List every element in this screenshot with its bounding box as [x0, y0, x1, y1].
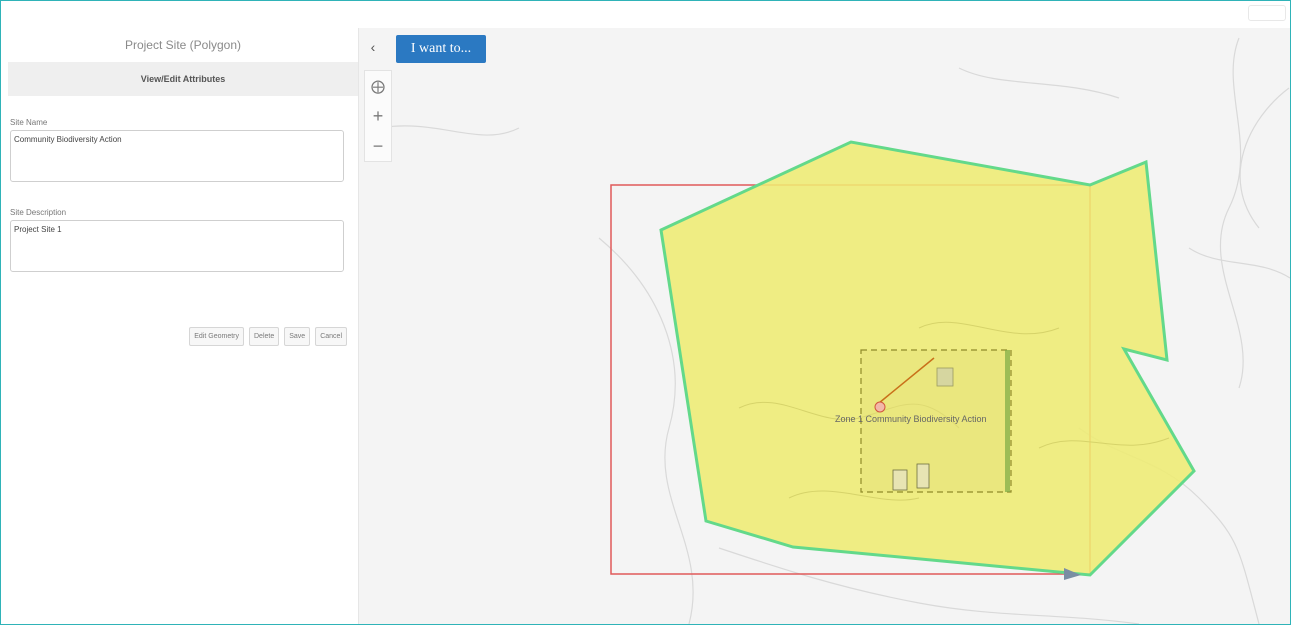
site-name-field[interactable]: Community Biodiversity Action: [10, 130, 344, 182]
site-description-field[interactable]: Project Site 1: [10, 220, 344, 272]
delete-button[interactable]: Delete: [249, 327, 280, 346]
panel-subheader: View/Edit Attributes: [8, 62, 358, 96]
chevron-left-icon[interactable]: ‹: [364, 38, 382, 56]
zone-marker-2: [916, 463, 930, 489]
panel-title: Project Site (Polygon): [124, 38, 242, 52]
attributes-panel: Project Site (Polygon) View/Edit Attribu…: [8, 28, 359, 624]
minus-icon[interactable]: −: [365, 131, 391, 161]
top-right-control[interactable]: [1248, 5, 1286, 21]
plus-icon[interactable]: +: [365, 101, 391, 131]
zone-tree-marker: [936, 367, 954, 387]
zone-marker-1: [892, 469, 908, 491]
save-button[interactable]: Save: [284, 327, 311, 346]
action-buttons: Edit Geometry Delete Save Cancel: [189, 327, 347, 346]
site-description-label: Site Description: [10, 208, 67, 217]
top-bar: [1, 1, 1290, 28]
basemap: [378, 37, 1290, 624]
zone-feature-label: Zone 1 Community Biodiversity Action: [835, 414, 987, 424]
zone-point: [874, 401, 886, 413]
crosshair-locate-icon[interactable]: ⨁: [365, 71, 391, 101]
site-name-label: Site Name: [10, 118, 48, 127]
map-view[interactable]: [359, 28, 1290, 624]
i-want-to-button[interactable]: I want to...: [396, 35, 486, 63]
map-controls: ⨁ + −: [364, 70, 392, 162]
zone-edge-right: [1005, 350, 1010, 492]
cancel-button[interactable]: Cancel: [315, 327, 347, 346]
edit-geometry-button[interactable]: Edit Geometry: [189, 327, 244, 346]
